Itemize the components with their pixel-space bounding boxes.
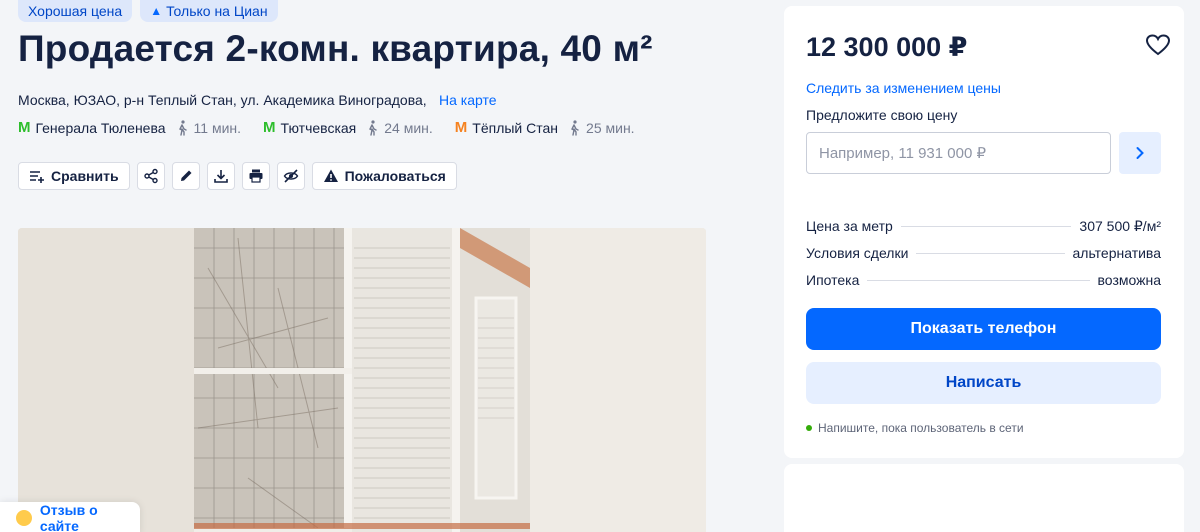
edit-button[interactable] [171,162,200,190]
download-button[interactable] [206,162,235,190]
metro-icon: M [263,119,276,136]
listing-photo[interactable] [18,228,706,532]
share-button[interactable] [136,162,165,190]
listing-main: Хорошая цена ▲ Только на Циан Продается … [0,0,760,532]
cian-arrow-icon: ▲ [150,4,163,18]
hide-icon [283,169,298,183]
online-status: Напишите, пока пользователь в сети [806,421,1024,435]
compare-button[interactable]: Сравнить [18,162,130,190]
price: 12 300 000 ₽ [806,32,968,62]
action-toolbar: Сравнить Пожаловаться [18,162,457,190]
walk-icon [571,119,579,136]
metro-item[interactable]: M Тёплый Стан 25 мин. [455,119,635,136]
map-link[interactable]: На карте [439,92,497,108]
offer-label: Предложите свою цену [806,107,958,123]
metro-item[interactable]: M Генерала Тюленева 11 мин. [18,119,241,136]
facts-list: Цена за метр 307 500 ₽/м² Условия сделки а… [806,218,1161,299]
online-dot-icon [806,425,812,431]
walk-icon [178,119,187,136]
site-feedback-button[interactable]: Отзыв о сайте [0,502,140,532]
favorite-heart-icon[interactable] [1146,34,1170,56]
offer-price-input[interactable] [806,132,1111,174]
badge-only-cian[interactable]: ▲ Только на Циан [140,0,278,22]
track-price-link[interactable]: Следить за изменением цены [806,80,1001,96]
metro-icon: M [18,119,31,136]
address: Москва, ЮЗАО, р-н Теплый Стан, ул. Акаде… [18,92,427,108]
fact-row: Условия сделки альтернатива [806,245,1161,261]
download-icon [213,170,228,183]
fact-row: Ипотека возможна [806,272,1161,288]
compare-icon [30,171,44,183]
edit-icon [180,170,192,181]
write-message-button[interactable]: Написать [806,362,1161,404]
print-button[interactable] [241,162,270,190]
walk-icon [369,119,377,136]
metro-list: M Генерала Тюленева 11 мин. M Тютчевская… [18,119,657,136]
window-photo-image [18,228,706,532]
complain-button[interactable]: Пожаловаться [311,162,457,190]
offer-submit-button[interactable] [1119,132,1161,174]
chevron-right-icon [1136,147,1144,159]
fact-row: Цена за метр 307 500 ₽/м² [806,218,1161,234]
badge-good-price[interactable]: Хорошая цена [18,0,133,22]
warning-icon [323,169,338,182]
metro-icon: M [454,119,468,136]
hide-button[interactable] [276,162,305,190]
smile-emoji-icon [16,510,32,526]
badges: Хорошая цена ▲ Только на Циан [18,0,278,22]
metro-item[interactable]: M Тютчевская 24 мин. [263,119,433,136]
print-icon [249,169,263,183]
price-card: 12 300 000 ₽ Следить за изменением цены … [784,6,1184,458]
secondary-card [784,464,1184,532]
share-icon [143,168,158,184]
page-title: Продается 2-комн. квартира, 40 м² [18,28,653,69]
show-phone-button[interactable]: Показать телефон [806,308,1161,350]
